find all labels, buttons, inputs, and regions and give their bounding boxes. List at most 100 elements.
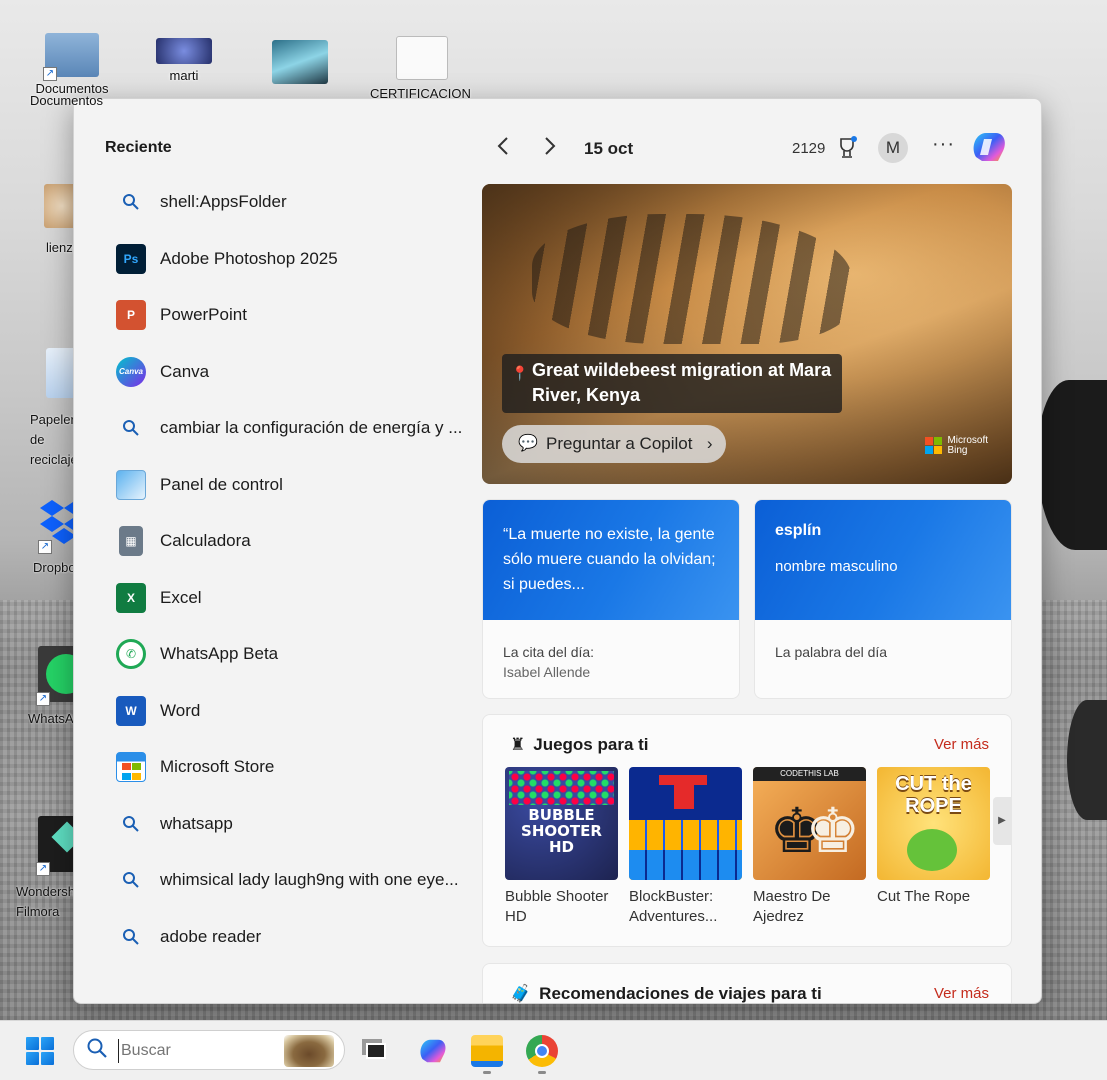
- chrome-icon[interactable]: [526, 1035, 558, 1067]
- recent-item-label: shell:AppsFolder: [160, 192, 287, 212]
- travel-see-more-link[interactable]: Ver más: [934, 985, 989, 1002]
- more-options-button[interactable]: ···: [932, 133, 955, 156]
- word-of-the-day-card[interactable]: esplín nombre masculino La palabra del d…: [754, 499, 1012, 699]
- quote-of-the-day-card[interactable]: “La muerte no existe, la gente sólo muer…: [482, 499, 740, 699]
- recent-item-label: WhatsApp Beta: [160, 644, 279, 664]
- recent-item-label: Microsoft Store: [160, 757, 275, 777]
- desktop-label-partial: WhatsApp: [28, 711, 73, 726]
- back-button[interactable]: [489, 135, 517, 163]
- file-explorer-icon[interactable]: [471, 1035, 503, 1067]
- recent-item-label: Calculadora: [160, 531, 251, 551]
- game-name: BlockBuster: Adventures...: [629, 888, 718, 925]
- word-caption: La palabra del día: [775, 644, 888, 660]
- search-icon: [116, 187, 146, 217]
- rewards-trophy-icon[interactable]: [836, 136, 858, 160]
- chess-master-art: CODETHIS LAB ♚ ♚: [753, 767, 866, 880]
- game-tile[interactable]: CUT the ROPE Cut The Rope: [877, 767, 990, 927]
- recent-item[interactable]: W Word: [105, 683, 475, 740]
- recent-item-label: PowerPoint: [160, 305, 247, 325]
- forward-button[interactable]: [536, 135, 564, 163]
- desktop-icon-certificacion[interactable]: [380, 36, 464, 84]
- desktop-label-partial: Papelera de reciclaje: [30, 412, 73, 467]
- photoshop-icon: Ps: [116, 243, 146, 274]
- search-input[interactable]: [118, 1039, 278, 1063]
- running-indicator: [483, 1071, 491, 1074]
- recent-item-label: Word: [160, 700, 201, 720]
- word-definition: nombre masculino: [775, 558, 898, 575]
- recent-title: Reciente: [105, 139, 172, 156]
- recent-item-label: cambiar la configuración de energía y ..…: [160, 418, 463, 438]
- recent-item[interactable]: shell:AppsFolder: [105, 174, 475, 231]
- games-see-more-link[interactable]: Ver más: [934, 736, 989, 753]
- desktop-icon-marti[interactable]: marti: [142, 38, 226, 83]
- ask-copilot-button[interactable]: 💬 Preguntar a Copilot ›: [502, 425, 727, 463]
- recent-item[interactable]: whimsical lady laugh9ng with one eye...: [105, 852, 475, 909]
- recent-item[interactable]: Microsoft Store: [105, 739, 475, 796]
- taskbar-search[interactable]: [73, 1030, 345, 1070]
- wallpaper-rock: [1037, 380, 1107, 550]
- game-name: Cut The Rope: [877, 888, 971, 905]
- running-indicator: [538, 1071, 546, 1074]
- game-tile[interactable]: BUBBLE SHOOTER HD Bubble Shooter HD: [505, 767, 618, 927]
- document-file-icon: [396, 36, 448, 80]
- recent-item-label: adobe reader: [160, 926, 262, 946]
- location-pin-icon: 📍: [511, 365, 529, 381]
- hero-caption[interactable]: 📍 Great wildebeest migration at Mara Riv…: [502, 354, 842, 413]
- hero-wildebeest-herd: [532, 214, 852, 344]
- quote-caption: La cita del día:: [503, 644, 595, 660]
- quote-text: “La muerte no existe, la gente sólo muer…: [503, 526, 716, 593]
- search-icon: [116, 809, 146, 839]
- whatsapp-icon: ✆: [116, 639, 146, 670]
- travel-title: 🧳 Recomendaciones de viajes para ti: [510, 984, 822, 1003]
- recent-item-label: Panel de control: [160, 474, 283, 494]
- search-icon: [116, 865, 146, 895]
- desktop-icon-imagen[interactable]: [258, 40, 342, 88]
- recent-item[interactable]: P PowerPoint: [105, 287, 475, 344]
- search-icon: [116, 922, 146, 952]
- copilot-taskbar-icon[interactable]: [416, 1035, 448, 1067]
- canva-icon: Canva: [116, 356, 146, 387]
- recent-item-label: Excel: [160, 587, 202, 607]
- avatar[interactable]: M: [878, 133, 908, 163]
- games-title: ♜ Juegos para ti: [510, 735, 649, 754]
- widgets-topbar: 15 oct 2129 M ···: [482, 127, 1012, 171]
- recent-item-label: whatsapp: [160, 813, 233, 833]
- recent-item[interactable]: Panel de control: [105, 457, 475, 514]
- game-tile[interactable]: CODETHIS LAB ♚ ♚ Maestro De Ajedrez: [753, 767, 866, 927]
- search-icon: [86, 1037, 108, 1065]
- recent-item[interactable]: cambiar la configuración de energía y ..…: [105, 400, 475, 457]
- start-panel: Reciente shell:AppsFolder Ps Adobe Photo…: [73, 98, 1042, 1004]
- blockbuster-art: [629, 767, 742, 880]
- ask-copilot-label: Preguntar a Copilot: [546, 434, 693, 453]
- microsoft-logo-icon: [925, 437, 943, 455]
- search-icon: [116, 413, 146, 443]
- desktop-label-partial: Documentos: [30, 93, 103, 108]
- recent-item[interactable]: whatsapp: [105, 796, 475, 853]
- desktop-label-partial: Wondershare Filmora: [16, 884, 73, 919]
- desktop-label-partial: Dropbox: [33, 560, 73, 575]
- recent-item[interactable]: adobe reader: [105, 909, 475, 966]
- recent-item[interactable]: ✆ WhatsApp Beta: [105, 626, 475, 683]
- games-scroll-right-button[interactable]: ▶: [993, 797, 1011, 845]
- quote-author: Isabel Allende: [503, 664, 591, 680]
- recent-item[interactable]: X Excel: [105, 570, 475, 627]
- image-file-icon: [156, 38, 212, 64]
- recent-item[interactable]: Canva Canva: [105, 344, 475, 401]
- rewards-points[interactable]: 2129: [792, 140, 825, 157]
- windows-start-icon[interactable]: [26, 1037, 54, 1065]
- image-file-icon: [272, 40, 328, 84]
- word-icon: W: [116, 695, 146, 726]
- microsoft-bing-logo: Microsoft Bing: [925, 436, 988, 456]
- hero-image-card[interactable]: 📍 Great wildebeest migration at Mara Riv…: [482, 184, 1012, 484]
- games-section: ♜ Juegos para ti Ver más BUBBLE SHOOTER H…: [482, 714, 1012, 947]
- task-view-icon[interactable]: [360, 1035, 392, 1067]
- travel-section: 🧳 Recomendaciones de viajes para ti Ver m…: [482, 963, 1012, 1003]
- excel-icon: X: [116, 582, 146, 613]
- recent-item[interactable]: ▦ Calculadora: [105, 513, 475, 570]
- game-tile[interactable]: BlockBuster: Adventures...: [629, 767, 742, 927]
- games-tiles: BUBBLE SHOOTER HD Bubble Shooter HD Bloc…: [505, 767, 990, 927]
- bubble-shooter-art: BUBBLE SHOOTER HD: [505, 767, 618, 880]
- desktop-icon-documentos[interactable]: ↗ Documentos: [30, 33, 114, 96]
- recent-item[interactable]: Ps Adobe Photoshop 2025: [105, 231, 475, 288]
- copilot-icon[interactable]: [968, 127, 1008, 167]
